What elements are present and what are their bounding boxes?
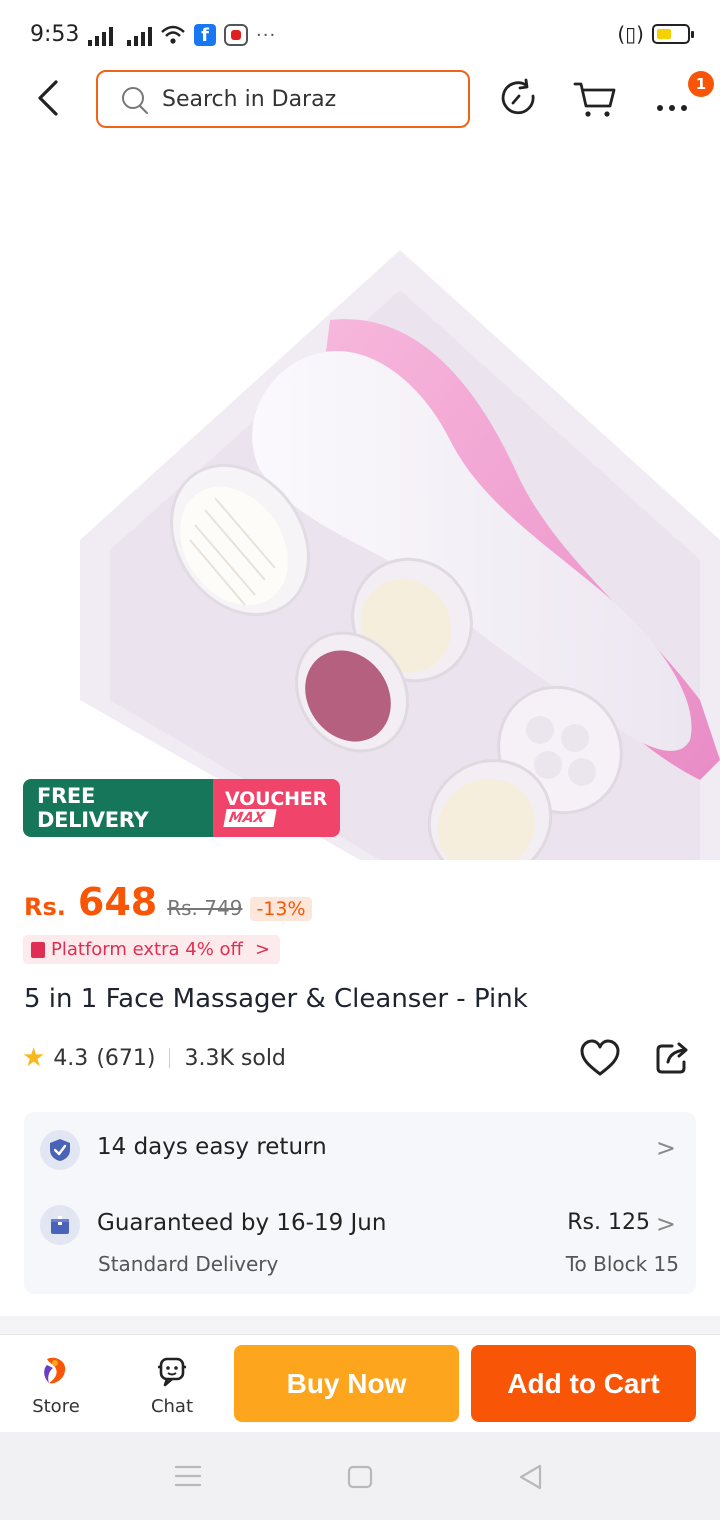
original-price: Rs. 749	[167, 896, 243, 920]
signal-2-icon	[127, 26, 152, 46]
home-icon[interactable]	[346, 1464, 374, 1490]
review-count: (671)	[96, 1045, 156, 1071]
voucher-max-label: MAX	[223, 809, 277, 827]
store-label: Store	[32, 1396, 80, 1417]
voucher-tag-icon	[31, 941, 45, 958]
product-title: 5 in 1 Face Massager & Cleanser - Pink	[24, 984, 528, 1014]
chat-label: Chat	[150, 1396, 194, 1417]
price-row: Rs. 648 Rs. 749 -13%	[24, 880, 312, 924]
buy-now-button[interactable]: Buy Now	[234, 1345, 459, 1422]
history-icon[interactable]	[496, 76, 542, 122]
menu-icon[interactable]	[174, 1464, 202, 1488]
signal-icon	[88, 26, 113, 46]
chevron-right-icon: >	[254, 939, 271, 960]
wishlist-heart-icon[interactable]	[578, 1038, 622, 1078]
store-icon	[44, 1357, 66, 1384]
facebook-icon: f	[194, 24, 216, 46]
wifi-icon	[161, 25, 185, 44]
free-delivery-badge: FREE DELIVERY	[23, 779, 213, 837]
voucher-max-badge: VOUCHER MAX	[213, 779, 340, 837]
voucher-label: VOUCHER	[225, 788, 328, 810]
return-chevron-icon[interactable]: >	[656, 1134, 676, 1162]
section-divider	[0, 1316, 720, 1334]
chat-button[interactable]: Chat	[132, 1355, 212, 1417]
rating-value: 4.3	[53, 1045, 89, 1071]
youtube-icon	[224, 24, 248, 46]
back-nav-icon[interactable]	[516, 1462, 544, 1492]
return-shield-icon	[40, 1130, 80, 1170]
store-button[interactable]: Store	[16, 1355, 96, 1417]
delivery-box-icon	[40, 1205, 80, 1245]
top-nav: Search in Daraz 1	[0, 66, 720, 132]
search-icon	[122, 87, 148, 114]
platform-extra-offer[interactable]: Platform extra 4% off >	[23, 935, 281, 964]
sold-count: 3.3K sold	[184, 1045, 286, 1071]
back-icon[interactable]	[30, 76, 70, 120]
status-time: 9:53	[30, 22, 80, 47]
star-icon: ★	[22, 1043, 46, 1073]
currency: Rs.	[24, 893, 66, 921]
status-bar: 9:53 f ··· (▯)	[0, 0, 720, 70]
face-massager-illustration	[80, 250, 720, 860]
easy-return-label[interactable]: 14 days easy return	[97, 1134, 327, 1160]
product-image[interactable]	[0, 140, 720, 860]
divider	[169, 1048, 171, 1068]
system-navigation-bar	[0, 1432, 720, 1520]
battery-icon	[652, 24, 694, 44]
delivery-location: To Block 15	[565, 1252, 679, 1276]
delivery-type: Standard Delivery	[98, 1252, 279, 1276]
platform-extra-label: Platform extra 4% off	[51, 939, 243, 960]
status-icons: f ···	[88, 22, 276, 46]
discount-badge: -13%	[250, 897, 312, 921]
rating-row[interactable]: ★ 4.3 (671) 3.3K sold	[22, 1043, 286, 1073]
search-placeholder: Search in Daraz	[162, 87, 337, 112]
delivery-fee: Rs. 125	[567, 1210, 650, 1235]
share-icon[interactable]	[654, 1040, 692, 1076]
cart-count-badge: 1	[688, 71, 714, 97]
guaranteed-delivery-label[interactable]: Guaranteed by 16-19 Jun	[97, 1210, 386, 1236]
current-price: 648	[77, 880, 158, 924]
chat-icon	[158, 1357, 186, 1387]
bottom-action-bar: Store Chat Buy Now Add to Cart	[0, 1334, 720, 1432]
more-notifications-icon: ···	[256, 25, 277, 46]
promo-badge: FREE DELIVERY VOUCHER MAX	[23, 779, 340, 837]
add-to-cart-button[interactable]: Add to Cart	[471, 1345, 696, 1422]
delivery-chevron-icon[interactable]: >	[656, 1210, 676, 1238]
vibrate-icon: (▯)	[617, 22, 644, 46]
cart-icon[interactable]	[572, 76, 618, 122]
search-input[interactable]: Search in Daraz	[96, 70, 470, 128]
service-card: 14 days easy return > Guaranteed by 16-1…	[24, 1112, 696, 1294]
